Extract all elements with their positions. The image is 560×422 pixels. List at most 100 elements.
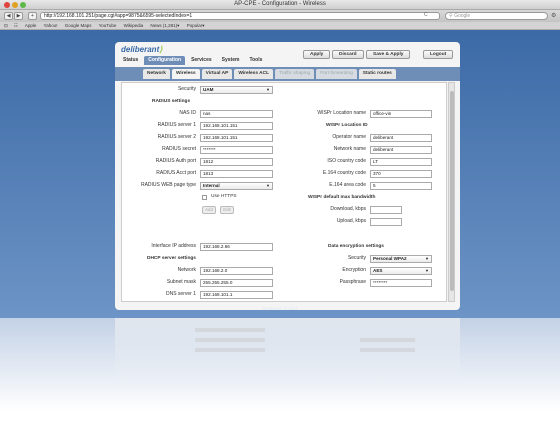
- radius-acct-port-input[interactable]: 1813: [200, 170, 273, 178]
- logo-mark: ⟩: [159, 45, 163, 54]
- upload-label: Upload, kbps: [336, 218, 366, 224]
- encryption-select[interactable]: AES ▼: [370, 267, 432, 275]
- title-bar: AP-CPE - Configuration - Wireless: [0, 0, 560, 10]
- reflection-line: [360, 348, 415, 352]
- bandwidth-header: WISPr default max bandwidth: [308, 195, 376, 200]
- bookmark-item[interactable]: Yahoo!: [44, 23, 58, 28]
- apply-button[interactable]: Apply: [303, 50, 331, 59]
- bookmarks-grid-icon[interactable]: ☷: [14, 23, 18, 28]
- dns-server-1-input[interactable]: 192.168.101.1: [200, 291, 273, 299]
- gear-icon[interactable]: ⚙: [551, 12, 559, 20]
- interface-ip-label: Interface IP address: [151, 243, 196, 249]
- subtab-port-forwarding: Port forwarding: [316, 69, 357, 79]
- subtab-network[interactable]: Network: [143, 69, 170, 79]
- bookmark-item[interactable]: Apple: [25, 23, 37, 28]
- search-input[interactable]: ⚲ Google: [445, 12, 548, 20]
- reflection-panel: [115, 318, 460, 388]
- security-select[interactable]: UAM ▼: [200, 86, 273, 94]
- bookmarks-bar: ⊡ ☷ Apple Yahoo! Google Maps YouTube Wiki…: [0, 22, 560, 30]
- logo: deliberant⟩: [121, 45, 162, 54]
- tab-tools[interactable]: Tools: [245, 56, 266, 65]
- reload-icon[interactable]: C: [424, 12, 428, 18]
- subtab-wireless[interactable]: Wireless: [171, 69, 200, 79]
- subtab-static-routes[interactable]: Static routes: [358, 69, 396, 79]
- encryption-security-value: Personal WPA2: [373, 256, 407, 261]
- tab-status[interactable]: Status: [119, 56, 142, 65]
- chevron-down-icon: ▼: [425, 256, 429, 261]
- radius-settings-header: RADIUS settings: [152, 99, 191, 104]
- save-apply-button[interactable]: Save & Apply: [366, 50, 411, 59]
- upload-input[interactable]: [370, 218, 402, 226]
- edit-button: Edit: [220, 206, 234, 214]
- e164-area-code-input[interactable]: 5: [370, 182, 432, 190]
- page-footer: Deliberant © 2011: [261, 306, 298, 311]
- radius-auth-port-input[interactable]: 1812: [200, 158, 273, 166]
- scrollbar-thumb[interactable]: [450, 91, 454, 291]
- network-name-input[interactable]: deliberant: [370, 146, 432, 154]
- network-label: Network: [177, 267, 196, 273]
- bookmark-item[interactable]: Wikipedia: [124, 23, 144, 28]
- chevron-down-icon: ▼: [425, 268, 429, 273]
- bookmark-item[interactable]: Google Maps: [65, 23, 92, 28]
- use-https-label: Use HTTPS: [211, 194, 237, 199]
- dns-server-1-label: DNS server 1: [165, 291, 196, 297]
- bookmark-item[interactable]: YouTube: [99, 23, 117, 28]
- logo-text: deliberant: [121, 45, 160, 54]
- radius-server-2-label: RADIUS server 2: [157, 134, 196, 140]
- network-name-label: Network name: [333, 146, 366, 152]
- tab-configuration[interactable]: Configuration: [144, 56, 186, 65]
- interface-ip-input[interactable]: 192.168.2.66: [200, 243, 273, 251]
- e164-country-code-label: E.164 country code: [322, 170, 366, 176]
- subtab-wireless-acl[interactable]: Wireless ACL: [234, 69, 274, 79]
- nas-id-label: NAS ID: [179, 110, 196, 116]
- form-scrollbar[interactable]: [448, 82, 455, 302]
- subnet-mask-input[interactable]: 255.255.255.0: [200, 279, 273, 287]
- main-tabs: Status Configuration Services System Too…: [119, 56, 266, 65]
- radius-secret-input[interactable]: *******: [200, 146, 273, 154]
- security-value: UAM: [203, 87, 214, 92]
- operator-name-input[interactable]: deliberant: [370, 134, 432, 142]
- use-https-checkbox[interactable]: [202, 195, 207, 200]
- radius-web-page-type-select[interactable]: Internal ▼: [200, 182, 273, 190]
- bookmark-item[interactable]: News (1,281)▾: [150, 23, 179, 28]
- wireless-form: Security UAM ▼ RADIUS settings NAS ID nas…: [121, 82, 447, 302]
- security-label: Security: [177, 86, 196, 92]
- logout-button[interactable]: Logout: [423, 50, 454, 59]
- back-button[interactable]: ◀: [4, 12, 13, 20]
- reflection-line: [195, 328, 265, 332]
- e164-area-code-label: E.164 area code: [329, 182, 366, 188]
- radius-secret-label: RADIUS secret: [162, 146, 196, 152]
- reflection-line: [360, 338, 415, 342]
- encryption-security-select[interactable]: Personal WPA2 ▼: [370, 255, 432, 263]
- address-bar[interactable]: http://192.168.101.251/page.cgi#app=9875…: [40, 12, 440, 20]
- network-input[interactable]: 192.168.2.0: [200, 267, 273, 275]
- iso-country-code-input[interactable]: LT: [370, 158, 432, 166]
- chevron-down-icon: ▼: [266, 183, 270, 188]
- subtab-virtual-ap[interactable]: Virtual AP: [201, 69, 233, 79]
- wispr-location-name-label: WISPr Location name: [317, 110, 366, 116]
- browser-toolbar: ◀ ▶ + http://192.168.101.251/page.cgi#ap…: [0, 10, 560, 22]
- wispr-location-id-header: WISPr Location ID: [326, 123, 368, 128]
- passphrase-input[interactable]: ********: [370, 279, 432, 287]
- tab-services[interactable]: Services: [187, 56, 216, 65]
- discard-button[interactable]: Discard: [332, 50, 364, 59]
- window-reflection: [0, 318, 560, 422]
- window-title: AP-CPE - Configuration - Wireless: [234, 1, 326, 7]
- download-input[interactable]: [370, 206, 402, 214]
- add-bookmark-button[interactable]: +: [28, 12, 37, 20]
- reading-list-icon[interactable]: ⊡: [4, 23, 8, 28]
- bookmark-item[interactable]: Popular▾: [187, 23, 205, 28]
- forward-button[interactable]: ▶: [14, 12, 23, 20]
- data-encryption-header: Data encryption settings: [328, 244, 384, 249]
- reflection-line: [195, 338, 265, 342]
- subtab-traffic-shaping: Traffic shaping: [275, 69, 315, 79]
- radius-server-1-input[interactable]: 192.168.101.151: [200, 122, 273, 130]
- operator-name-label: Operator name: [332, 134, 366, 140]
- tab-system[interactable]: System: [218, 56, 244, 65]
- chevron-down-icon: ▼: [266, 87, 270, 92]
- radius-server-1-label: RADIUS server 1: [157, 122, 196, 128]
- radius-server-2-input[interactable]: 192.168.101.151: [200, 134, 273, 142]
- nas-id-input[interactable]: nas: [200, 110, 273, 118]
- wispr-location-name-input[interactable]: office-vin: [370, 110, 432, 118]
- e164-country-code-input[interactable]: 370: [370, 170, 432, 178]
